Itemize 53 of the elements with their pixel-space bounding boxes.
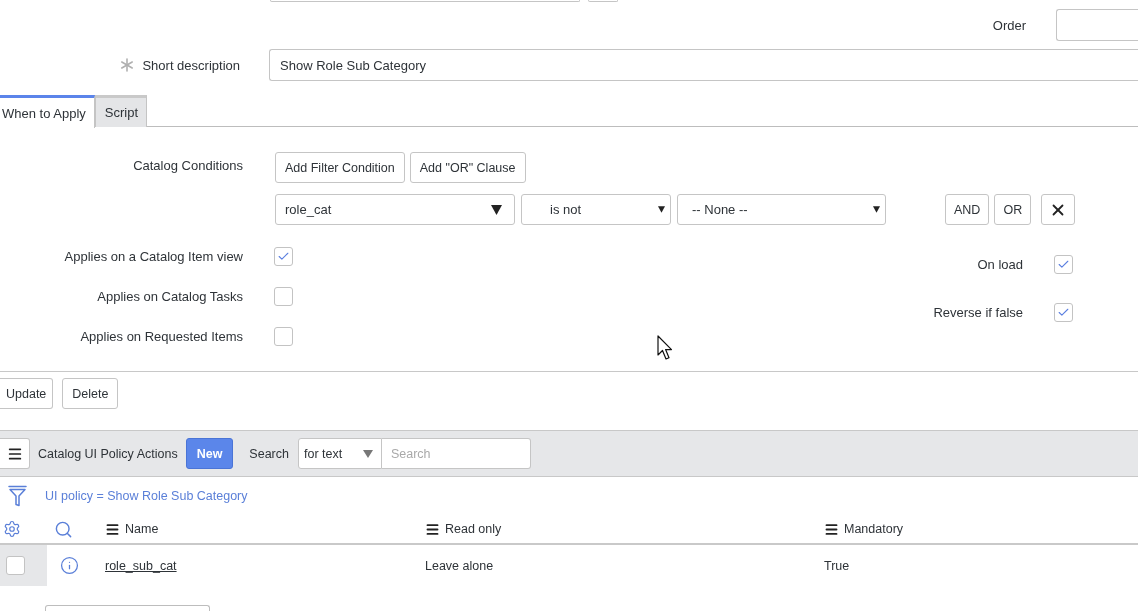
caret-icon xyxy=(491,204,502,215)
search-field[interactable]: Search xyxy=(381,438,531,469)
filter-link[interactable]: UI policy = Show Role Sub Category xyxy=(45,489,248,503)
filter-button[interactable]: Add "OR" Clause xyxy=(409,152,526,183)
tab[interactable]: Script xyxy=(94,95,148,127)
caret-icon xyxy=(873,206,880,213)
form-button[interactable]: Delete xyxy=(62,378,119,409)
caret-icon xyxy=(658,206,665,213)
checkbox-label: Applies on Catalog Tasks xyxy=(97,288,243,304)
table-cell: True xyxy=(824,558,850,573)
info-icon[interactable] xyxy=(60,556,79,575)
table-cell: Leave alone xyxy=(425,558,494,573)
checkbox[interactable] xyxy=(274,286,293,306)
field-label: Short description xyxy=(142,57,240,73)
menu-icon xyxy=(824,521,839,537)
form-button[interactable]: Update xyxy=(0,378,54,409)
menu-icon xyxy=(105,521,120,537)
tab[interactable]: When to Apply xyxy=(0,95,95,128)
remove-button[interactable] xyxy=(1041,194,1076,225)
input-field[interactable] xyxy=(1056,9,1138,41)
input-field[interactable]: Show Role Sub Category xyxy=(269,49,1138,81)
checkbox-label: Reverse if false xyxy=(933,304,1023,320)
checkbox[interactable] xyxy=(1054,302,1073,322)
checkbox-label: Applies on a Catalog Item view xyxy=(64,248,243,264)
menu-button[interactable] xyxy=(0,438,30,469)
record-link[interactable]: role_sub_cat xyxy=(105,558,177,573)
field-label: Catalog Conditions xyxy=(133,157,243,172)
column-header[interactable]: Name xyxy=(105,521,159,537)
column-header[interactable]: Read only xyxy=(425,521,502,537)
dropdown[interactable]: is not xyxy=(521,194,671,225)
caret-icon xyxy=(362,449,373,458)
menu-icon xyxy=(6,445,23,462)
checkbox[interactable] xyxy=(274,246,293,266)
search-icon[interactable] xyxy=(54,519,73,539)
list-title: Catalog UI Policy Actions xyxy=(38,446,178,461)
field-label: Order xyxy=(992,17,1026,33)
dropdown[interactable]: -- None -- xyxy=(677,194,886,225)
column-header[interactable]: Mandatory xyxy=(824,521,904,537)
filter-button[interactable]: Add Filter Condition xyxy=(275,152,405,183)
condition-button[interactable]: OR xyxy=(994,194,1032,225)
menu-icon xyxy=(425,521,440,537)
checkbox[interactable] xyxy=(1054,254,1073,274)
mouse-pointer-icon xyxy=(657,335,673,361)
checkbox-label: Applies on Requested Items xyxy=(80,328,243,344)
checkbox[interactable] xyxy=(6,556,25,575)
dropdown[interactable]: role_cat xyxy=(275,194,515,225)
settings-icon[interactable] xyxy=(3,520,21,538)
dropdown[interactable]: for text xyxy=(297,438,382,469)
search-label: Search xyxy=(249,446,289,461)
checkbox-label: On load xyxy=(977,256,1023,272)
condition-button[interactable]: AND xyxy=(945,194,990,225)
funnel-icon xyxy=(8,485,27,507)
checkbox[interactable] xyxy=(274,326,293,346)
